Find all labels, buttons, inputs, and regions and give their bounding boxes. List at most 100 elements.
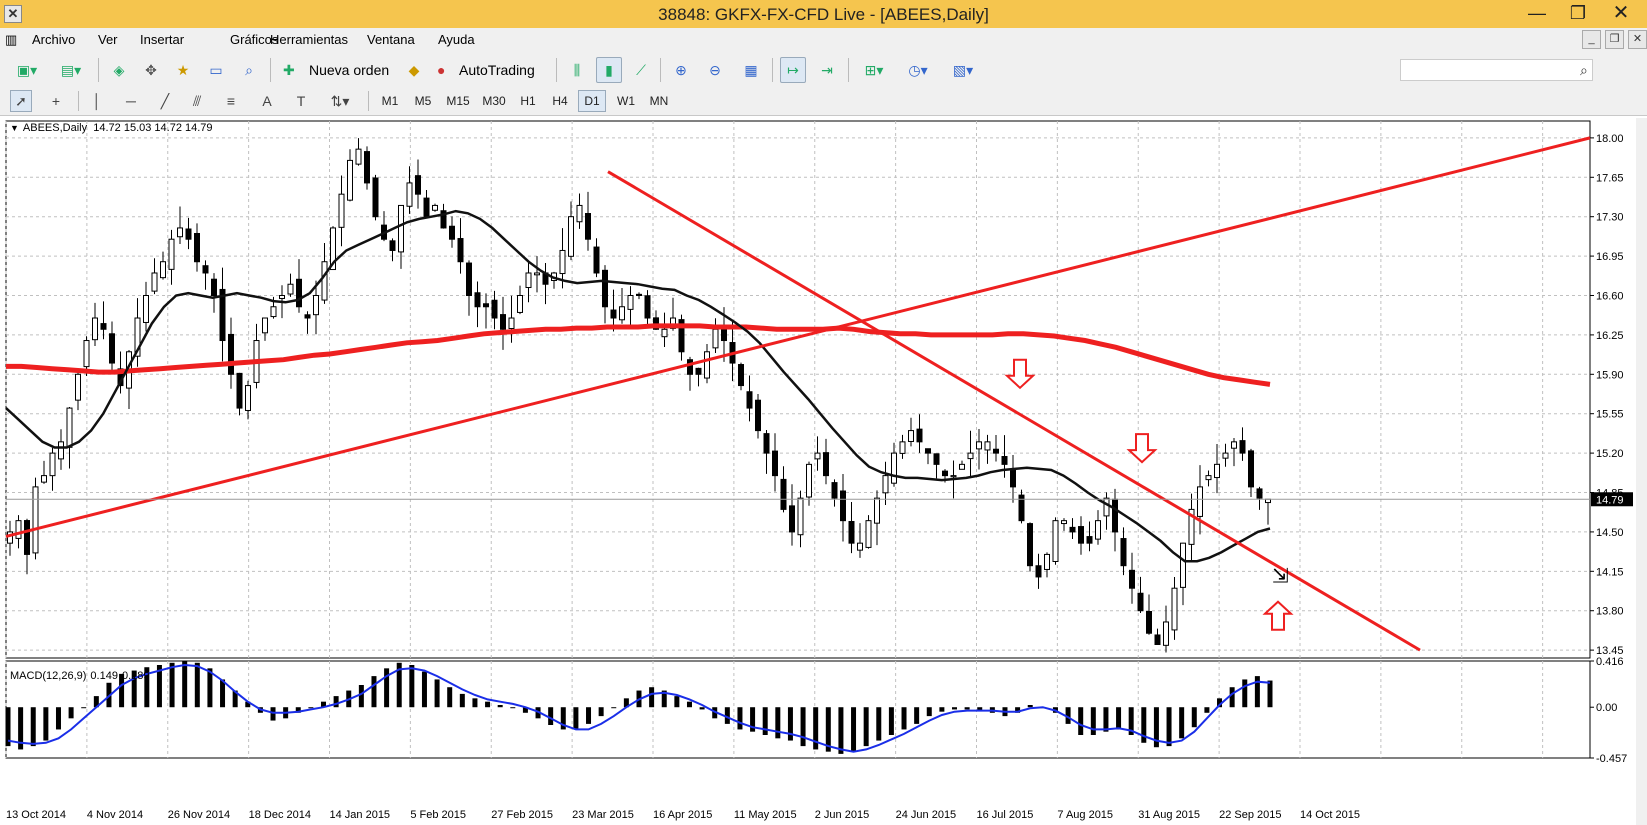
candle-body	[814, 452, 821, 460]
toolbar-separator	[270, 58, 271, 82]
candle-body	[177, 227, 183, 238]
tile-windows-icon[interactable]: ▦	[738, 57, 764, 83]
chart-window[interactable]: 13 Oct 2014 4 Nov 2014 26 Nov 2014 18 Dec 2…	[0, 118, 1647, 825]
macd-histogram-bar	[787, 707, 793, 741]
mdi-close-button[interactable]: ✕	[1628, 30, 1647, 49]
minimize-button[interactable]: —	[1516, 0, 1558, 26]
navigator-icon[interactable]: ★	[170, 57, 196, 83]
toolbar-separator	[848, 58, 849, 82]
new-chart-icon[interactable]: ▣▾	[8, 57, 46, 83]
meta-editor-icon[interactable]: ◆	[402, 57, 426, 83]
macd-histogram-bar	[1027, 705, 1033, 708]
new-order-icon: ✚	[283, 62, 295, 78]
candle-body	[313, 294, 319, 316]
timeframe-h1[interactable]: H1	[514, 90, 542, 112]
line-chart-icon[interactable]: ⟋	[628, 57, 654, 83]
candle-body	[1061, 520, 1067, 525]
chart-shift-icon[interactable]: ⇥	[814, 57, 840, 83]
text-label-icon[interactable]: T	[290, 90, 312, 112]
candle-body	[398, 204, 404, 253]
menu-insertar[interactable]: Insertar	[140, 32, 184, 47]
timeframe-m15[interactable]: M15	[442, 90, 474, 112]
macd-histogram-bar	[699, 707, 705, 710]
symbol-label: ABEES,Daily	[22, 122, 88, 134]
search-input[interactable]	[1400, 59, 1593, 81]
profiles-icon[interactable]: ▤▾	[52, 57, 90, 83]
macd-histogram-bar	[409, 665, 415, 708]
macd-histogram-bar	[333, 696, 339, 708]
macd-histogram-bar	[43, 707, 49, 741]
menu-ver[interactable]: Ver	[98, 32, 118, 47]
timeframe-m30[interactable]: M30	[478, 90, 510, 112]
candle-body	[823, 452, 829, 477]
candle-body	[32, 486, 39, 554]
candle-body	[151, 272, 158, 292]
bar-chart-icon[interactable]: ⫼	[564, 57, 590, 83]
right-scrollbar[interactable]	[1636, 118, 1647, 825]
candle-body	[950, 475, 957, 478]
price-tick-label: 15.20	[1596, 448, 1624, 460]
arrows-icon[interactable]: ⇅▾	[322, 90, 358, 112]
candle-body	[874, 497, 880, 524]
chart-canvas[interactable]: 13 Oct 2014 4 Nov 2014 26 Nov 2014 18 Dec 2…	[0, 118, 1636, 825]
timeframe-m5[interactable]: M5	[408, 90, 438, 112]
timeframe-m1[interactable]: M1	[376, 90, 404, 112]
maximize-button[interactable]: ❐	[1557, 0, 1599, 26]
search-icon[interactable]: ⌕	[1580, 62, 1588, 79]
trendline-icon[interactable]: ╱	[154, 90, 176, 112]
auto-scroll-icon[interactable]: ↦	[780, 57, 806, 83]
candle-body	[967, 452, 974, 460]
candle-body	[1154, 634, 1161, 645]
timeframe-h4[interactable]: H4	[546, 90, 574, 112]
macd-histogram-bar	[548, 707, 554, 725]
mdi-minimize-button[interactable]: _	[1582, 30, 1601, 49]
menu-archivo[interactable]: Archivo	[32, 32, 75, 47]
candle-body	[789, 505, 795, 533]
fibonacci-icon[interactable]: ≡	[220, 90, 242, 112]
macd-signal-value: 0.189	[121, 670, 150, 682]
text-icon[interactable]: A	[256, 90, 278, 112]
menu-bar: ▥ Archivo Ver Insertar Gráficos Herramie…	[0, 28, 1647, 52]
candle-body	[840, 490, 846, 522]
macd-histogram-bar	[939, 707, 945, 712]
new-order-button[interactable]: ✚ Nueva orden	[278, 57, 396, 83]
candle-body	[916, 428, 923, 443]
zoom-out-icon[interactable]: ⊖	[702, 57, 728, 83]
mdi-restore-button[interactable]: ❐	[1605, 30, 1624, 49]
terminal-icon[interactable]: ▭	[203, 57, 229, 83]
candlestick-chart-icon[interactable]: ▮	[596, 57, 622, 83]
timeframe-mn[interactable]: MN	[644, 90, 674, 112]
vertical-line-icon[interactable]: │	[86, 90, 108, 112]
timeframe-d1[interactable]: D1	[578, 90, 606, 112]
candle-body	[143, 294, 149, 323]
data-window-icon[interactable]: ✥	[138, 57, 164, 83]
templates-icon[interactable]: ▧▾	[944, 57, 982, 83]
macd-tick-label: 0.416	[1596, 656, 1624, 668]
candle-body	[228, 333, 234, 375]
periods-icon[interactable]: ◷▾	[900, 57, 936, 83]
market-watch-icon[interactable]: ◈	[106, 57, 132, 83]
menu-ayuda[interactable]: Ayuda	[438, 32, 475, 47]
macd-histogram-bar	[1103, 707, 1109, 732]
strategy-tester-icon[interactable]: ⌕	[236, 57, 262, 83]
menu-herramientas[interactable]: Herramientas	[270, 32, 348, 47]
candle-body	[908, 430, 914, 442]
macd-histogram-bar	[1116, 707, 1122, 730]
timeframe-w1[interactable]: W1	[612, 90, 640, 112]
horizontal-line-icon[interactable]: ─	[120, 90, 142, 112]
candle-body	[1197, 486, 1203, 517]
zoom-in-icon[interactable]: ⊕	[668, 57, 694, 83]
macd-histogram-bar	[220, 679, 226, 708]
crosshair-icon[interactable]: +	[45, 90, 67, 112]
menu-ventana[interactable]: Ventana	[367, 32, 415, 47]
indicators-icon[interactable]: ⊞▾	[856, 57, 892, 83]
autotrading-button[interactable]: ● AutoTrading	[432, 57, 546, 83]
equidistant-channel-icon[interactable]: ⫻	[186, 90, 208, 112]
candle-body	[491, 299, 498, 319]
close-button[interactable]: ✕	[1600, 0, 1642, 26]
candle-body	[627, 294, 634, 310]
macd-histogram-bar	[55, 707, 61, 730]
toolbar-separator	[660, 58, 661, 82]
collapse-triangle-icon[interactable]: ▼	[10, 123, 19, 133]
cursor-icon[interactable]: ➚	[10, 90, 32, 112]
